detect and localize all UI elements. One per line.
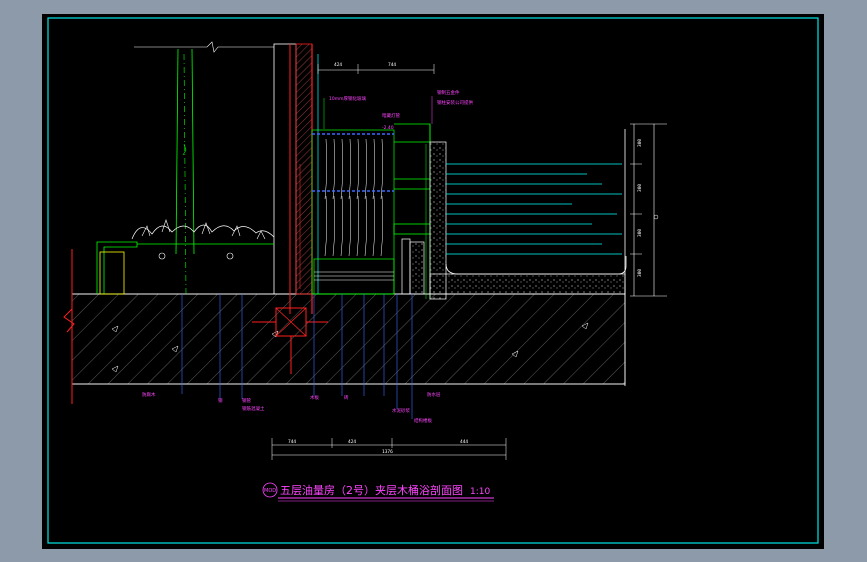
bottom-annotations: 防腐木 钢 钢管 钢筋混凝土 木板 砖 防水层 水泥砂浆 结构楼板 bbox=[142, 391, 441, 424]
bottom-dimension: 744 424 444 1376 bbox=[271, 438, 507, 460]
note-bottom-2: 钢 bbox=[218, 397, 223, 404]
dim-top-1: 424 bbox=[334, 62, 342, 68]
right-dimension: 300 300 300 300 bbox=[630, 123, 667, 297]
section-drawing: 300 300 300 300 424 744 10mm厚钢化玻璃 暗藏灯管 钢… bbox=[47, 17, 819, 544]
tree bbox=[175, 48, 195, 295]
drawing-scale: 1:10 bbox=[470, 487, 490, 497]
dim-bottom-2: 424 bbox=[348, 439, 356, 445]
dim-top-2: 744 bbox=[388, 62, 396, 68]
drawing-title-block: MOD. 五层油量房（2号）夹层木桶浴剖面图 1:10 bbox=[262, 482, 494, 502]
dim-bottom-1: 744 bbox=[288, 439, 296, 445]
note-bottom-1: 防腐木 bbox=[142, 391, 156, 398]
dim-right-1: 300 bbox=[637, 139, 643, 147]
note-bottom-4: 钢筋混凝土 bbox=[242, 405, 265, 412]
note-bottom-7: 防水层 bbox=[427, 391, 441, 398]
dim-right-4: 300 bbox=[637, 269, 643, 277]
dim-right-2: 300 bbox=[637, 184, 643, 192]
note-top-b: 暗藏灯管 bbox=[382, 112, 400, 119]
title-badge: MOD. bbox=[264, 488, 278, 494]
top-dimension: 424 744 bbox=[317, 62, 435, 74]
note-bottom-6: 砖 bbox=[344, 394, 349, 401]
note-bottom-5: 木板 bbox=[310, 394, 319, 401]
dim-bottom-3: 444 bbox=[460, 439, 468, 445]
dim-right-3: 300 bbox=[637, 229, 643, 237]
bath-pool bbox=[429, 129, 627, 300]
step-wall bbox=[393, 123, 431, 299]
note-bottom-9: 结构楼板 bbox=[414, 417, 432, 424]
note-top-c: 钢制五金件 bbox=[437, 89, 460, 96]
wall bbox=[134, 41, 313, 314]
note-bottom-3: 钢管 bbox=[242, 397, 251, 404]
drawing-title: 五层油量房（2号）夹层木桶浴剖面图 bbox=[280, 483, 463, 497]
note-top-d: 钢柱安装公司提供 bbox=[437, 99, 473, 106]
cad-viewport[interactable]: 300 300 300 300 424 744 10mm厚钢化玻璃 暗藏灯管 钢… bbox=[42, 14, 824, 549]
note-top-a: 10mm厚钢化玻璃 bbox=[329, 95, 366, 102]
planter bbox=[96, 219, 275, 295]
top-annotations: 10mm厚钢化玻璃 暗藏灯管 钢制五金件 钢柱安装公司提供 -2.40 bbox=[323, 89, 473, 131]
note-bottom-8: 水泥砂浆 bbox=[392, 407, 410, 414]
wooden-tub bbox=[311, 54, 395, 295]
note-water-level: -2.40 bbox=[382, 125, 394, 131]
dim-bottom-total: 1376 bbox=[382, 449, 393, 455]
